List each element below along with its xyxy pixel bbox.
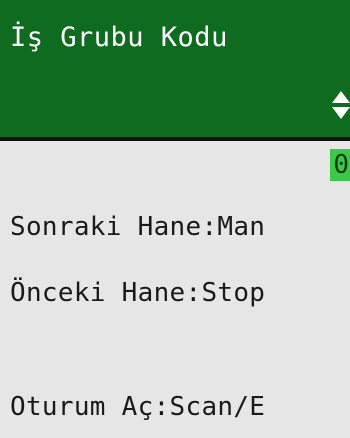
value-row: 0 [0,145,350,181]
header-divider [0,137,350,141]
next-digit-hint: Sonraki Hane:Man [10,212,266,242]
previous-digit-hint: Önceki Hane:Stop [10,278,266,308]
page-title: İş Grubu Kodu [10,22,228,53]
terminal-screen: İş Grubu Kodu 0 Sonraki Hane:Man Önceki … [0,0,350,438]
header-bar: İş Grubu Kodu [0,0,350,137]
arrow-up-icon[interactable] [332,91,350,103]
arrow-down-icon[interactable] [332,107,350,119]
work-group-code-input[interactable]: 0 [330,149,350,181]
up-down-spinner-icon[interactable] [332,88,350,122]
login-hint: Oturum Aç:Scan/E [10,392,266,422]
